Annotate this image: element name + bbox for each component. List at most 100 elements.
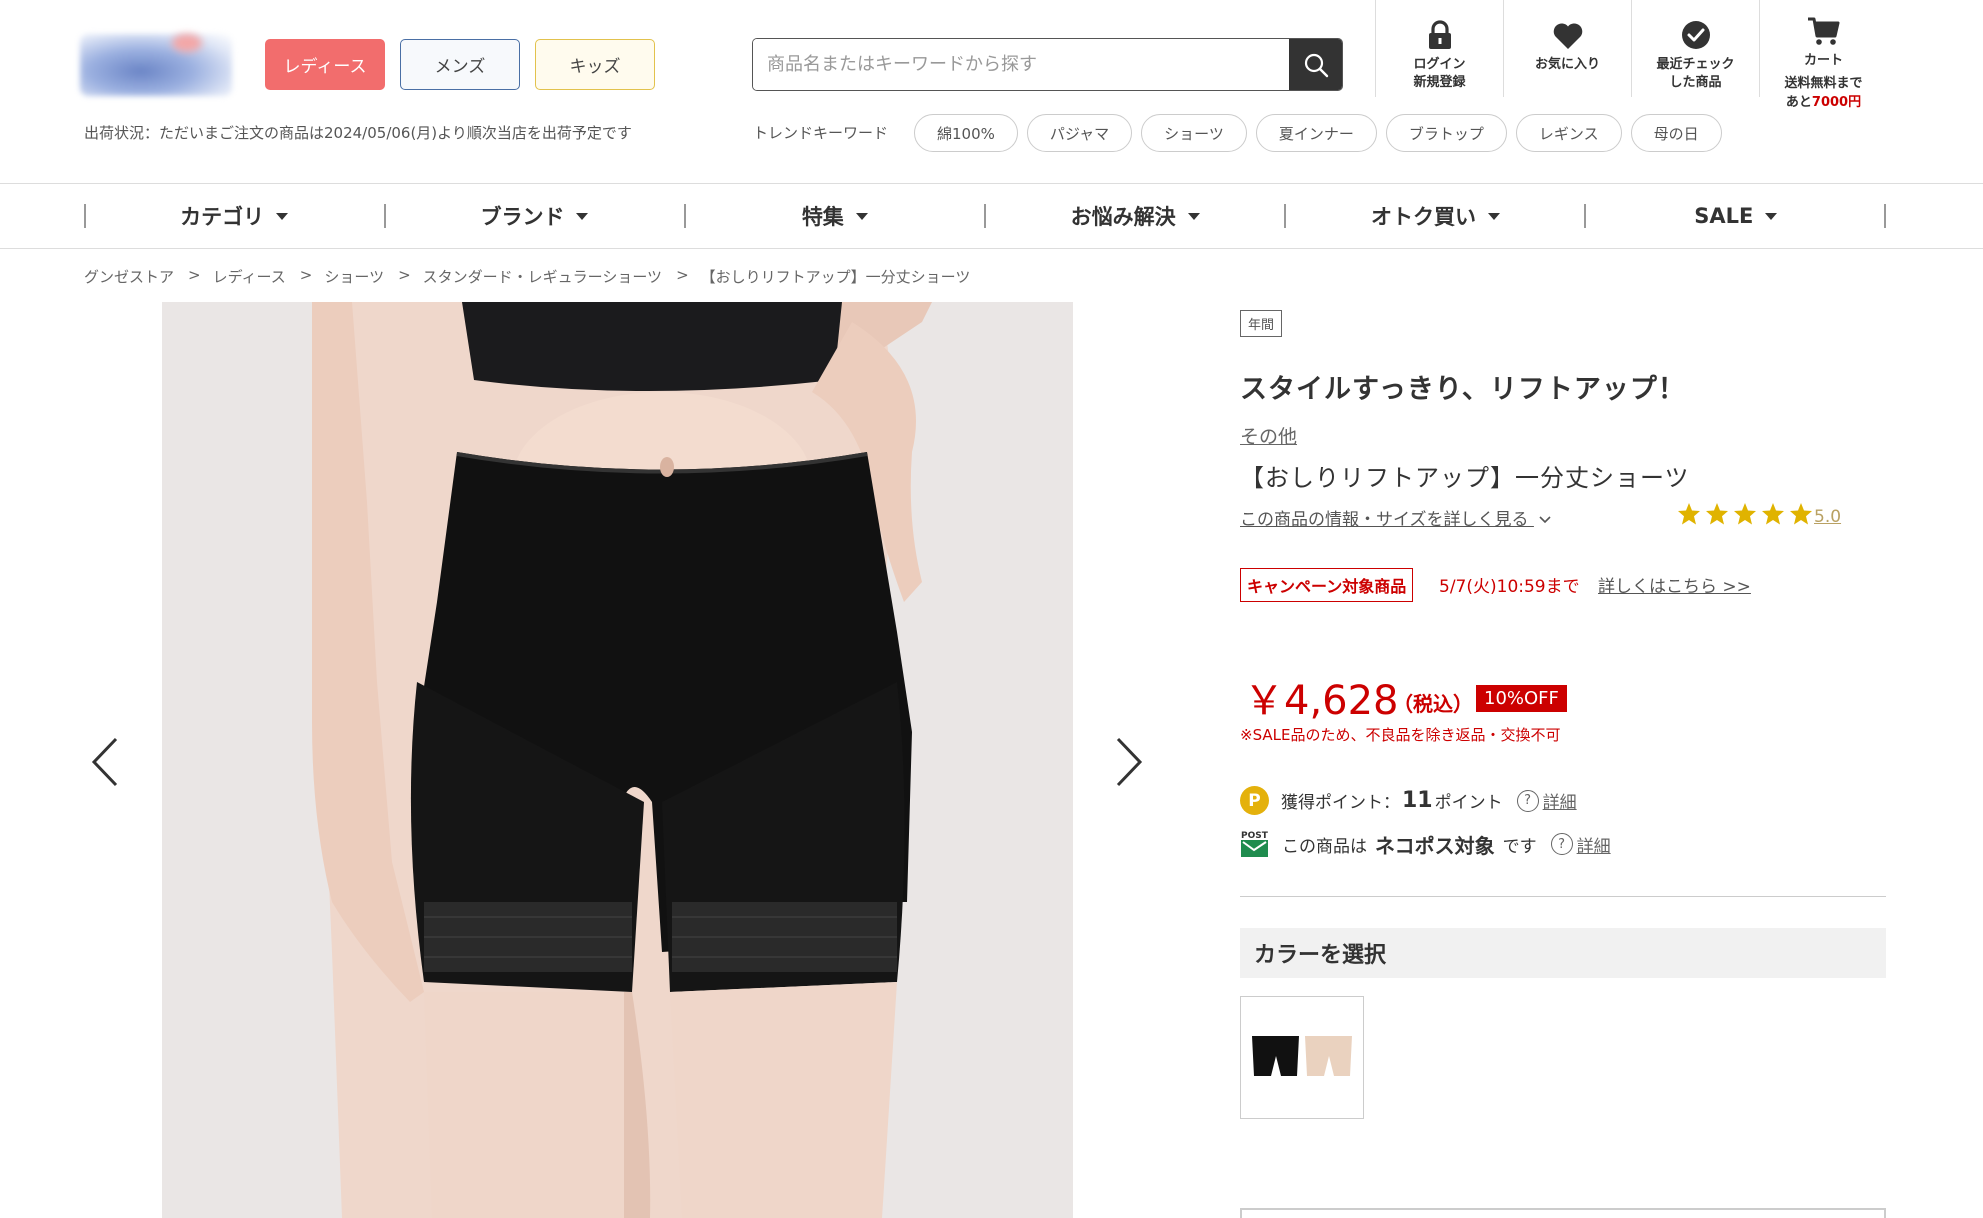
chevron-down-icon: [1539, 516, 1551, 524]
section-divider: [1240, 896, 1886, 897]
star-rating: [1676, 502, 1814, 526]
campaign-deadline: 5/7(火)10:59まで: [1439, 577, 1580, 597]
points-value: 11: [1402, 788, 1433, 813]
store-logo[interactable]: [80, 34, 232, 96]
breadcrumb-home[interactable]: グンゼストア: [84, 266, 174, 287]
nekopos-detail-link[interactable]: 詳細: [1577, 832, 1611, 857]
kids-tab-button[interactable]: キッズ: [535, 39, 655, 90]
nekopos-prefix: この商品は: [1282, 836, 1367, 857]
campaign-badge: キャンペーン対象商品: [1240, 568, 1414, 602]
cart-label: カート: [1803, 53, 1843, 68]
tax-included-label: （税込）: [1393, 692, 1473, 716]
trend-keyword-list: 綿100% パジャマ ショーツ 夏インナー ブラトップ レギンス 母の日: [914, 114, 1722, 152]
header-icon-menu: ログイン 新規登録 お気に入り 最近チェック した商品 カート 送料無料まで あ…: [1375, 0, 1887, 110]
search-icon: [1304, 53, 1328, 77]
cart-icon: [1807, 17, 1839, 45]
shipping-status-text: 出荷状況：ただいまご注文の商品は2024/05/06(月)より順次当店を出荷予定…: [84, 124, 632, 142]
color-select-heading: カラーを選択: [1240, 928, 1886, 978]
trend-keyword-label: トレンドキーワード: [753, 124, 889, 142]
product-price: ￥4,628: [1244, 678, 1399, 724]
question-icon: ?: [1516, 789, 1539, 812]
login-link[interactable]: ログイン 新規登録: [1375, 0, 1503, 97]
caret-down-icon: [276, 212, 289, 220]
caret-down-icon: [1187, 212, 1200, 220]
caret-down-icon: [855, 212, 868, 220]
nav-deals[interactable]: オトク買い: [1285, 184, 1585, 248]
breadcrumb: グンゼストア > レディース > ショーツ > スタンダード・レギュラーショーツ > 【…: [84, 266, 971, 287]
nav-brand[interactable]: ブランド: [384, 184, 684, 248]
question-icon: ?: [1550, 833, 1573, 855]
post-icon-text: POST: [1241, 831, 1269, 841]
nav-category[interactable]: カテゴリ: [84, 184, 384, 248]
points-label: 獲得ポイント：: [1281, 793, 1400, 813]
campaign-details-link[interactable]: 詳しくはこちら >>: [1598, 572, 1751, 597]
star-icon: [1706, 503, 1728, 525]
season-badge: 年間: [1240, 310, 1283, 337]
free-shipping-note: 送料無料まで あと7000円: [1784, 74, 1862, 112]
nav-sale[interactable]: SALE: [1586, 184, 1886, 248]
star-icon: [1734, 503, 1756, 525]
recently-viewed-label: 最近チェック した商品: [1656, 57, 1735, 90]
discount-badge: 10%OFF: [1476, 685, 1567, 712]
brand-link[interactable]: その他: [1240, 422, 1297, 449]
trend-tag-mothers-day[interactable]: 母の日: [1630, 114, 1722, 152]
check-circle-icon: [1681, 21, 1710, 49]
recently-viewed-link[interactable]: 最近チェック した商品: [1631, 0, 1759, 97]
trend-tag-summer-inner[interactable]: 夏インナー: [1255, 114, 1377, 152]
color-swatch[interactable]: [1240, 996, 1364, 1119]
search-bar: [752, 38, 1343, 91]
favorites-link[interactable]: お気に入り: [1503, 0, 1631, 97]
trend-tag-leggings[interactable]: レギンス: [1515, 114, 1622, 152]
login-label: ログイン 新規登録: [1413, 57, 1466, 90]
breadcrumb-ladies[interactable]: レディース: [213, 266, 286, 287]
prev-image-arrow[interactable]: [86, 735, 126, 789]
global-navigation: カテゴリ ブランド 特集 お悩み解決 オトク買い SALE: [0, 183, 1983, 249]
rating-score-link[interactable]: 5.0: [1814, 507, 1841, 527]
cart-link[interactable]: カート 送料無料まで あと7000円: [1759, 0, 1887, 110]
caret-down-icon: [1487, 212, 1500, 220]
ladies-tab-button[interactable]: レディース: [265, 39, 385, 90]
star-icon: [1678, 503, 1700, 525]
caret-down-icon: [576, 212, 589, 220]
points-unit: ポイント: [1434, 793, 1503, 813]
trend-tag-cotton[interactable]: 綿100%: [914, 114, 1018, 152]
heart-icon: [1553, 23, 1582, 49]
nekopos-row: POST この商品は ネコポス対象 です ? 詳細: [1240, 829, 1611, 859]
nekopos-suffix: です: [1502, 836, 1537, 857]
product-title: 【おしりリフトアップ】一分丈ショーツ: [1240, 464, 1690, 492]
product-info-link[interactable]: この商品の情報・サイズを詳しく見る: [1240, 505, 1552, 530]
chevron-left-icon: [91, 737, 118, 787]
favorites-label: お気に入り: [1534, 57, 1600, 72]
trend-tag-shorts[interactable]: ショーツ: [1141, 114, 1247, 152]
nekopos-label: ネコポス対象: [1375, 833, 1495, 858]
mens-tab-button[interactable]: メンズ: [400, 39, 520, 90]
caret-down-icon: [1765, 212, 1778, 220]
lock-icon: [1428, 20, 1451, 49]
chevron-right-icon: [1116, 737, 1143, 787]
trend-tag-pajama[interactable]: パジャマ: [1026, 114, 1133, 152]
star-icon: [1762, 503, 1784, 525]
breadcrumb-current: 【おしりリフトアップ】一分丈ショーツ: [700, 268, 971, 286]
next-section-box: [1240, 1208, 1886, 1218]
post-mail-icon: POST: [1241, 831, 1269, 857]
next-image-arrow[interactable]: [1108, 735, 1148, 789]
product-catchcopy: スタイルすっきり、リフトアップ！: [1240, 374, 1686, 405]
nav-separator: [1884, 204, 1886, 228]
breadcrumb-standard-shorts[interactable]: スタンダード・レギュラーショーツ: [423, 266, 662, 287]
sale-return-note: ※SALE品のため、不良品を除き返品・交換不可: [1240, 726, 1561, 744]
color-thumbnail: [1252, 1035, 1352, 1076]
nav-solutions[interactable]: お悩み解決: [985, 184, 1285, 248]
free-shipping-line2: あと7000円: [1785, 95, 1862, 110]
points-detail-link[interactable]: 詳細: [1543, 788, 1577, 813]
points-icon: P: [1240, 786, 1269, 815]
product-photo: [312, 302, 932, 1218]
star-icon: [1790, 503, 1812, 525]
breadcrumb-shorts[interactable]: ショーツ: [324, 266, 384, 287]
trend-tag-bratop[interactable]: ブラトップ: [1385, 114, 1507, 152]
nav-feature[interactable]: 特集: [685, 184, 985, 248]
search-input[interactable]: [753, 39, 1289, 90]
product-image: [162, 302, 1073, 1218]
search-button[interactable]: [1289, 39, 1342, 90]
free-shipping-line1: 送料無料まで: [1784, 76, 1863, 91]
points-row: P 獲得ポイント： 11 ポイント ? 詳細: [1240, 786, 1577, 815]
